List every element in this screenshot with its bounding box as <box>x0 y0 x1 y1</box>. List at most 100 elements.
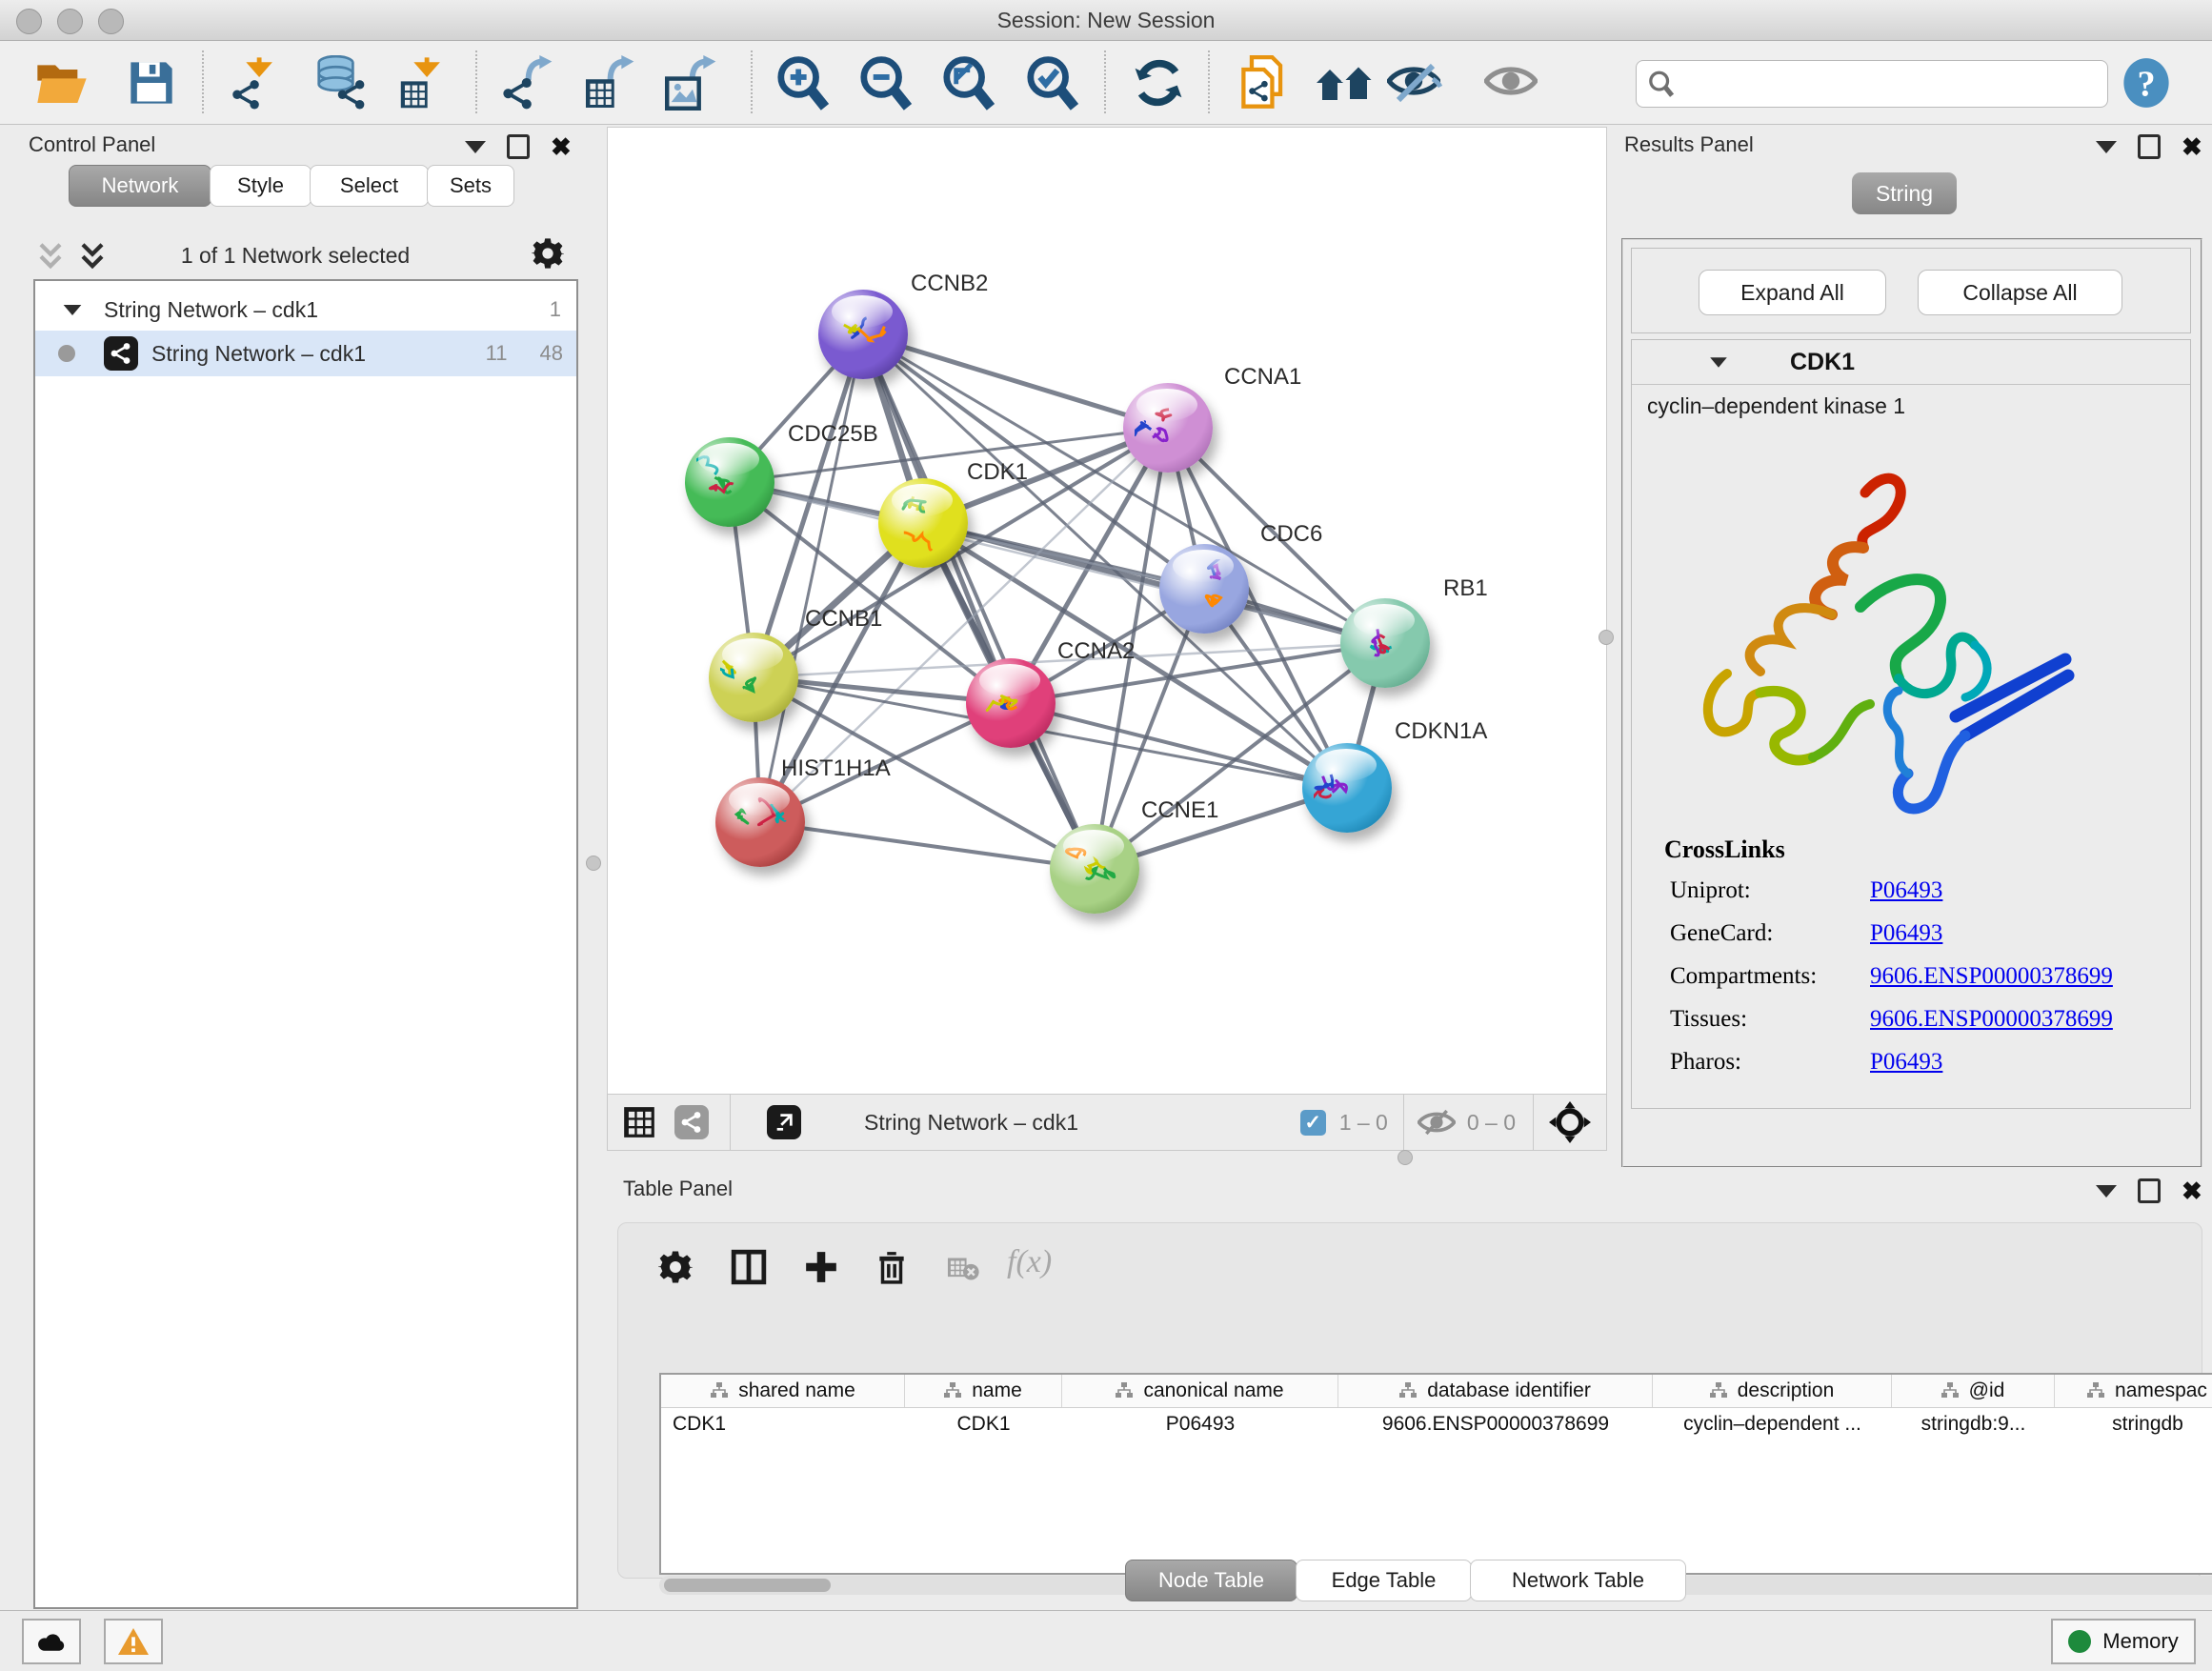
table-cell[interactable]: CDK1 <box>904 1413 1059 1445</box>
zoom-out-icon[interactable] <box>856 54 915 111</box>
column-type-icon <box>943 1381 962 1400</box>
column-header-namespac[interactable]: namespac <box>2054 1375 2212 1407</box>
close-panel-icon[interactable]: ✖ <box>2182 1181 2202 1200</box>
table-tab-network-table[interactable]: Network Table <box>1470 1560 1686 1601</box>
network-row-selected[interactable]: String Network – cdk1 11 48 <box>35 331 576 376</box>
open-session-icon[interactable] <box>32 54 91 111</box>
expand-all-button[interactable]: Expand All <box>1699 270 1886 315</box>
memory-button[interactable]: Memory <box>2051 1619 2196 1664</box>
collapse-panel-icon[interactable] <box>465 141 486 153</box>
home-pair-icon[interactable] <box>1316 54 1375 111</box>
collection-expander-icon[interactable] <box>64 304 82 314</box>
save-session-icon[interactable] <box>122 54 181 111</box>
export-table-icon[interactable] <box>581 54 640 111</box>
table-cell[interactable]: P06493 <box>1061 1413 1336 1445</box>
collapse-all-button[interactable]: Collapse All <box>1918 270 2122 315</box>
float-panel-icon[interactable] <box>2138 1178 2161 1203</box>
right-splitter-handle[interactable] <box>1599 630 1614 645</box>
network-canvas[interactable]: CCNB2CCNA1CDC25BCDK1CDC6RB1CCNB1CCNA2CDK… <box>607 127 1607 1096</box>
warnings-button[interactable] <box>104 1619 163 1664</box>
node-CCNB2[interactable] <box>818 290 908 379</box>
node-CDK1[interactable] <box>878 478 968 568</box>
scrollbar-thumb[interactable] <box>664 1579 831 1592</box>
hidden-eye-slash-icon[interactable] <box>1418 1108 1456 1137</box>
control-tab-select[interactable]: Select <box>310 165 429 207</box>
column-header-canonical-name[interactable]: canonical name <box>1061 1375 1338 1407</box>
crosslink-link[interactable]: P06493 <box>1870 920 1942 947</box>
collapse-panel-icon[interactable] <box>2096 1185 2117 1198</box>
control-tab-network[interactable]: Network <box>69 165 211 207</box>
import-table-icon[interactable] <box>396 54 455 111</box>
node-table[interactable]: shared namenamecanonical namedatabase id… <box>659 1373 2212 1575</box>
float-panel-icon[interactable] <box>507 134 530 159</box>
cloud-button[interactable] <box>22 1619 81 1664</box>
table-tab-edge-table[interactable]: Edge Table <box>1296 1560 1472 1601</box>
birdseye-grid-icon[interactable] <box>621 1104 657 1140</box>
close-panel-icon[interactable]: ✖ <box>551 137 572 156</box>
column-header-database-identifier[interactable]: database identifier <box>1337 1375 1653 1407</box>
gene-section-header[interactable]: CDK1 <box>1632 340 2190 385</box>
crosslink-link[interactable]: 9606.ENSP00000378699 <box>1870 1006 2113 1033</box>
help-button[interactable]: ? <box>2117 54 2176 111</box>
add-column-icon[interactable] <box>803 1248 839 1286</box>
string-view-icon[interactable] <box>674 1105 709 1139</box>
table-options-gear-icon[interactable] <box>658 1250 693 1284</box>
show-columns-icon[interactable] <box>731 1248 767 1286</box>
edge-CCNB2-HIST1H1A[interactable] <box>760 334 863 822</box>
network-collection-row[interactable]: String Network – cdk1 1 <box>35 287 576 332</box>
node-CDC6[interactable] <box>1159 544 1249 634</box>
close-panel-icon[interactable]: ✖ <box>2182 137 2202 156</box>
export-network-icon[interactable] <box>499 54 558 111</box>
column-header-description[interactable]: description <box>1652 1375 1892 1407</box>
export-image-icon[interactable] <box>663 54 722 111</box>
node-CCNE1[interactable] <box>1050 824 1139 914</box>
selected-checkbox[interactable]: ✓ <box>1300 1110 1326 1136</box>
zoom-selected-icon[interactable] <box>1023 54 1082 111</box>
node-CDKN1A[interactable] <box>1302 743 1392 833</box>
crosslink-link[interactable]: 9606.ENSP00000378699 <box>1870 963 2113 990</box>
collapse-panel-icon[interactable] <box>2096 141 2117 153</box>
toolbar-search-box[interactable] <box>1636 60 2108 108</box>
edge-CCNB2-CCNE1[interactable] <box>863 334 1095 869</box>
control-tab-style[interactable]: Style <box>210 165 312 207</box>
column-header-shared-name[interactable]: shared name <box>661 1375 905 1407</box>
table-cell[interactable]: 9606.ENSP00000378699 <box>1337 1413 1650 1445</box>
fit-selected-crosshair-icon[interactable] <box>1549 1101 1591 1143</box>
refresh-layout-icon[interactable] <box>1129 54 1188 111</box>
gene-expander-icon[interactable] <box>1710 357 1727 367</box>
edge-HIST1H1A-CCNE1[interactable] <box>760 822 1095 869</box>
string-results-box: Expand All Collapse All CDK1 cyclin–depe… <box>1621 238 2202 1168</box>
node-CCNB1[interactable] <box>709 633 798 722</box>
table-cell[interactable]: CDK1 <box>661 1413 910 1445</box>
edge-CCNB2-CCNA1[interactable] <box>863 334 1168 428</box>
node-RB1[interactable] <box>1340 598 1430 688</box>
show-panel-eye-icon[interactable] <box>1483 54 1542 111</box>
node-CCNA2[interactable] <box>966 658 1056 748</box>
zoom-fit-icon[interactable] <box>939 54 998 111</box>
table-cell[interactable]: stringdb <box>2054 1413 2212 1445</box>
results-tab-string[interactable]: String <box>1852 172 1957 214</box>
node-HIST1H1A[interactable] <box>715 777 805 867</box>
column-header-name[interactable]: name <box>904 1375 1062 1407</box>
node-CCNA1[interactable] <box>1123 383 1213 473</box>
network-options-gear-icon[interactable] <box>532 237 564 270</box>
open-in-window-icon[interactable] <box>767 1105 801 1139</box>
search-input[interactable] <box>1682 65 2096 101</box>
left-splitter-handle[interactable] <box>586 856 601 871</box>
crosslink-link[interactable]: P06493 <box>1870 877 1942 904</box>
float-panel-icon[interactable] <box>2138 134 2161 159</box>
crosslink-link[interactable]: P06493 <box>1870 1049 1942 1076</box>
table-cell[interactable]: stringdb:9... <box>1891 1413 2052 1445</box>
horizontal-splitter-handle[interactable] <box>1398 1150 1413 1165</box>
node-CDC25B[interactable] <box>685 437 774 527</box>
zoom-in-icon[interactable] <box>774 54 833 111</box>
import-network-database-icon[interactable] <box>311 54 370 111</box>
clone-network-icon[interactable] <box>1237 54 1296 111</box>
control-tab-sets[interactable]: Sets <box>427 165 514 207</box>
column-header-@id[interactable]: @id <box>1891 1375 2055 1407</box>
table-tab-node-table[interactable]: Node Table <box>1125 1560 1297 1601</box>
import-network-file-icon[interactable] <box>229 54 288 111</box>
delete-column-trash-icon[interactable] <box>874 1248 910 1286</box>
table-cell[interactable]: cyclin–dependent ... <box>1652 1413 1889 1445</box>
hide-panel-eye-slash-icon[interactable] <box>1386 54 1445 111</box>
